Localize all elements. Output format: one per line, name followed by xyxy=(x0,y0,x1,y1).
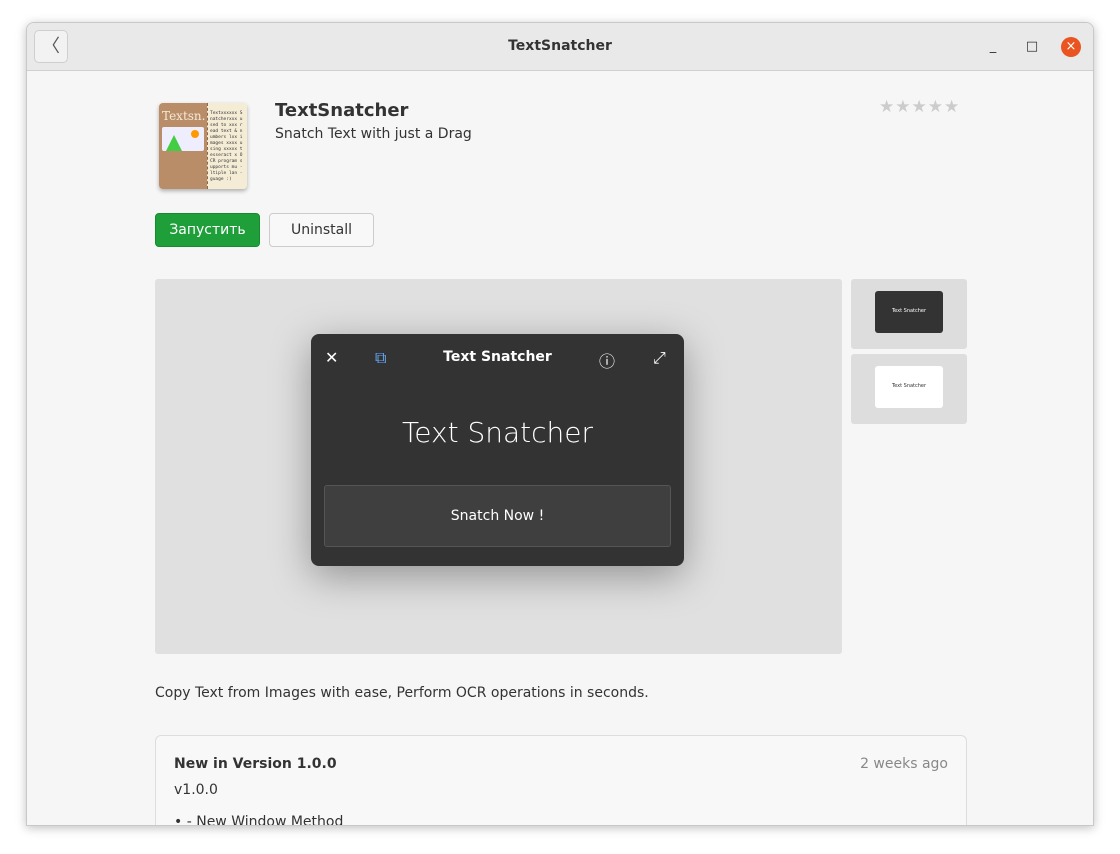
icon-text: Textxxxxxx Snatcherxxx used to xxx read … xyxy=(207,103,247,189)
thumbnail-light[interactable]: Text Snatcher xyxy=(851,354,967,424)
rating-stars: ★★★★★ xyxy=(879,97,961,117)
window-title: TextSnatcher xyxy=(508,38,612,54)
screenshot-main[interactable]: ✕ ⧉ Text Snatcher ⓘ ⤢ Text Snatcher Snat… xyxy=(155,279,842,654)
screenshot-snatch-button: Snatch Now ! xyxy=(324,485,671,547)
uninstall-button[interactable]: Uninstall xyxy=(269,213,374,247)
release-date: 2 weeks ago xyxy=(860,756,948,772)
app-icon: Textsn. Textxxxxxx Snatcherxxx used to x… xyxy=(159,103,247,189)
release-notes-card: New in Version 1.0.0 2 weeks ago v1.0.0 … xyxy=(155,735,967,826)
minimize-button[interactable]: _ xyxy=(983,37,1003,57)
header-bar: 〈 TextSnatcher _ □ × xyxy=(27,23,1093,71)
mountain-image-icon xyxy=(162,127,204,151)
maximize-button[interactable]: □ xyxy=(1022,37,1042,57)
info-icon: ⓘ xyxy=(599,352,616,371)
screenshot-title: Text Snatcher xyxy=(443,349,552,365)
app-description: Copy Text from Images with ease, Perform… xyxy=(155,685,649,701)
expand-icon: ⤢ xyxy=(653,348,666,367)
thumbnail-dark[interactable]: Text Snatcher xyxy=(851,279,967,349)
icon-title: Textsn. xyxy=(162,109,206,123)
close-button[interactable]: × xyxy=(1061,37,1081,57)
screenshot-heading: Text Snatcher xyxy=(401,416,594,449)
thumbnail-label: Text Snatcher xyxy=(875,366,943,408)
app-window: 〈 TextSnatcher _ □ × Textsn. Textxxxxxx … xyxy=(26,22,1094,826)
release-version: v1.0.0 xyxy=(174,782,218,798)
release-note: - New Window Method xyxy=(186,814,344,826)
app-name: TextSnatcher xyxy=(275,100,409,121)
release-heading: New in Version 1.0.0 xyxy=(174,756,337,772)
screenshot-app-window: ✕ ⧉ Text Snatcher ⓘ ⤢ Text Snatcher Snat… xyxy=(311,334,684,566)
launch-button[interactable]: Запустить xyxy=(155,213,260,247)
thumbnail-label: Text Snatcher xyxy=(875,291,943,333)
app-summary: Snatch Text with just a Drag xyxy=(275,126,472,142)
